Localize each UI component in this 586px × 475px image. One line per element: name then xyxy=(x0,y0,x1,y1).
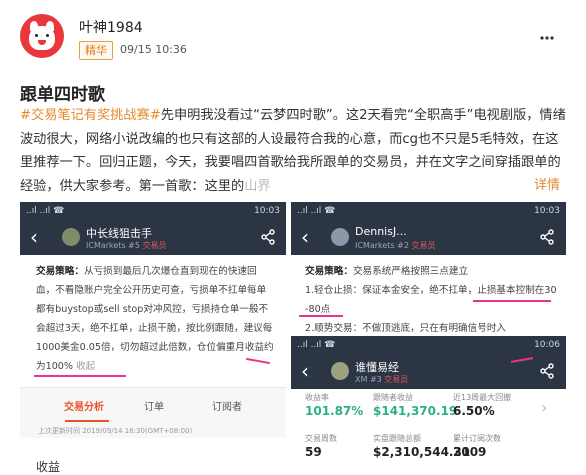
status-bar: ..ıl ..ıl ☎ 10:03 xyxy=(291,202,566,220)
stat-label: 跟随者收益 xyxy=(373,393,413,402)
strategy-text: 交易策略：从亏损到最后几次爆仓直到现在的快速回血，不看隐账户完全公开历史可查，亏… xyxy=(36,262,274,376)
last-updated: 上次更新时间 2019/09/14 16:30(GMT+08:00) xyxy=(20,424,286,438)
stat-label: 实盘跟随总额 xyxy=(373,434,421,443)
stat-value: 6.50% xyxy=(453,404,495,418)
strategy-label: 交易策略： xyxy=(36,266,84,277)
trader-name: 中长线狙击手 xyxy=(86,227,152,240)
status-signal: ..ıl ..ıl ☎ xyxy=(297,206,336,216)
status-time: 10:03 xyxy=(254,206,280,216)
strategy-line-2: 2.顺势交易：不做顶逃底，只在有明确信号时入 xyxy=(305,323,507,334)
tab-analysis[interactable]: 交易分析 xyxy=(64,398,104,413)
tab-subscribers[interactable]: 订阅者 xyxy=(212,398,242,413)
stat-value: 101.87% xyxy=(305,404,364,418)
trader-broker: ICMarkets #2 交易员 xyxy=(355,241,436,250)
trader-broker: ICMarkets #5 交易员 xyxy=(86,241,167,250)
status-time: 10:03 xyxy=(534,206,560,216)
nav-bar: ‹ DennisJ... ICMarkets #2 交易员 xyxy=(291,220,566,255)
topic-tag[interactable]: #交易笔记有奖挑战赛# xyxy=(20,108,161,123)
post-body: #交易笔记有奖挑战赛#先申明我没看过“云梦四时歌”。这2天看完“全职高手”电视剧… xyxy=(20,104,566,198)
status-signal: ..ıl ..ıl ☎ xyxy=(297,340,336,350)
section-title: 收益 xyxy=(36,460,61,474)
back-arrow-icon[interactable]: ‹ xyxy=(301,360,309,382)
trader-avatar xyxy=(331,362,349,380)
featured-badge: 精华 xyxy=(79,41,113,60)
stat-value: 2009 xyxy=(453,445,487,459)
chevron-right-icon[interactable]: › xyxy=(541,398,547,417)
username[interactable]: 叶神1984 xyxy=(79,17,143,37)
post-header: 叶神1984 精华 09/15 10:36 xyxy=(0,0,586,66)
share-icon[interactable] xyxy=(260,229,276,249)
stat-value: $141,370.19 xyxy=(373,404,458,418)
stat-label: 近13周最大回撤 xyxy=(453,393,512,402)
highlight-underline-2 xyxy=(299,315,343,317)
stat-value: 59 xyxy=(305,445,322,459)
trader-name: DennisJ... xyxy=(355,225,407,238)
tab-orders[interactable]: 订单 xyxy=(144,398,164,413)
screenshot-trader-3[interactable]: ..ıl ..ıl ☎ 10:06 ‹ 谁懂易经 XM #3 交易员 收益率 跟… xyxy=(291,336,566,475)
stat-label: 交易周数 xyxy=(305,434,337,443)
post-date: 09/15 10:36 xyxy=(120,43,187,56)
collapse-link[interactable]: 收起 xyxy=(76,361,95,372)
share-icon[interactable] xyxy=(539,363,555,383)
avatar-face xyxy=(29,26,55,50)
stat-label: 收益率 xyxy=(305,393,329,402)
avatar[interactable] xyxy=(20,14,64,58)
screenshot-trader-2[interactable]: ..ıl ..ıl ☎ 10:03 ‹ DennisJ... ICMarkets… xyxy=(291,202,566,334)
active-tab-indicator xyxy=(65,420,109,422)
strategy-body: 交易系统严格按照三点建立 xyxy=(352,266,469,277)
highlight-underline xyxy=(473,300,551,302)
share-icon[interactable] xyxy=(539,229,555,249)
post-title: 跟单四时歌 xyxy=(20,85,105,105)
post-body-fade: 山界 xyxy=(244,178,271,194)
screenshot-trader-1[interactable]: ..ıl ..ıl ☎ 10:03 ‹ 中长线狙击手 ICMarkets #5 … xyxy=(20,202,286,475)
status-bar: ..ıl ..ıl ☎ 10:06 xyxy=(291,336,566,354)
stat-label: 累计订阅次数 xyxy=(453,434,501,443)
trader-avatar xyxy=(62,228,80,246)
trader-name: 谁懂易经 xyxy=(355,361,399,374)
tab-bar: 交易分析 订单 订阅者 xyxy=(20,387,286,424)
back-arrow-icon[interactable]: ‹ xyxy=(30,226,38,248)
trader-broker: XM #3 交易员 xyxy=(355,375,409,384)
strategy-label: 交易策略： xyxy=(305,266,353,277)
status-signal: ..ıl ..ıl ☎ xyxy=(26,206,65,216)
more-options-icon[interactable] xyxy=(540,25,554,44)
trader-avatar xyxy=(331,228,349,246)
strategy-body: 从亏损到最后几次爆仓直到现在的快速回血，不看隐账户完全公开历史可查，亏损单不扛单… xyxy=(36,266,274,372)
read-more-link[interactable]: 详情 xyxy=(531,174,561,193)
nav-bar: ‹ 中长线狙击手 ICMarkets #5 交易员 xyxy=(20,220,286,255)
strategy-text: 交易策略：交易系统严格按照三点建立 xyxy=(305,262,557,281)
status-time: 10:06 xyxy=(534,340,560,350)
highlight-underline xyxy=(34,375,126,377)
back-arrow-icon[interactable]: ‹ xyxy=(301,226,309,248)
status-bar: ..ıl ..ıl ☎ 10:03 xyxy=(20,202,286,220)
